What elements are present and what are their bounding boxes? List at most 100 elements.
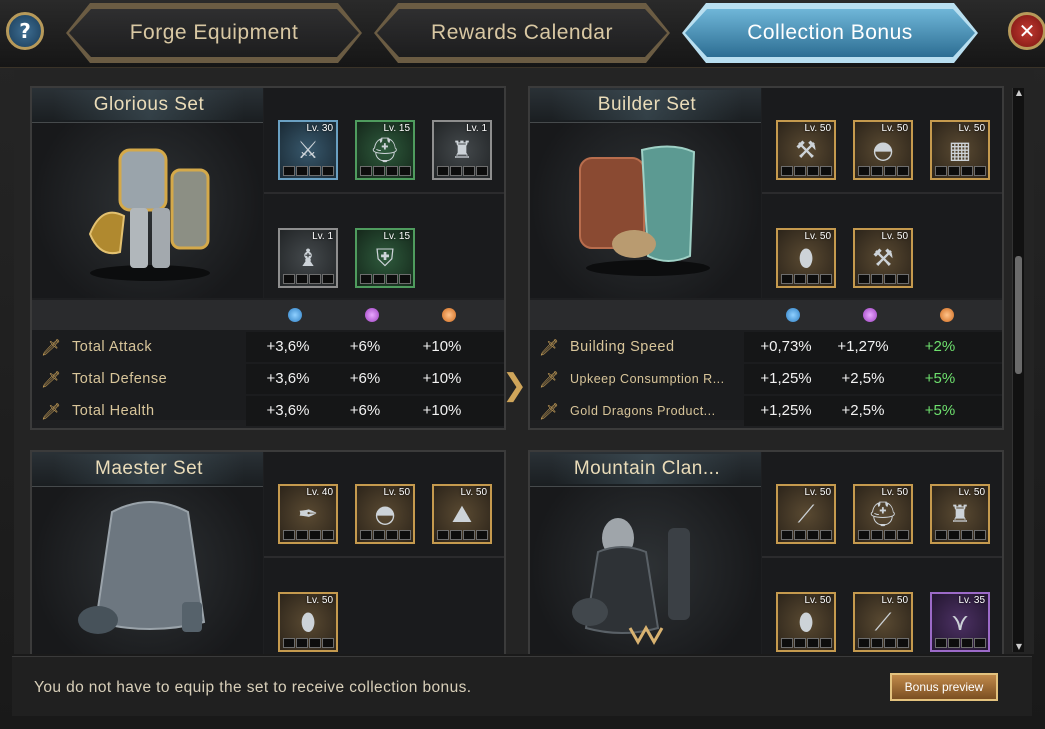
tab-collection-bonus[interactable]: Collection Bonus (685, 9, 975, 57)
upgrade-pips (360, 274, 411, 284)
upgrade-pips (781, 166, 832, 176)
stat-value: +3,6% (266, 370, 310, 387)
sword-icon: 🗡 (538, 401, 560, 421)
stat-value: +1,25% (760, 370, 812, 387)
item-level: Lv. 50 (804, 595, 832, 606)
stat-value: +10% (422, 338, 462, 355)
set-card-maester: Maester Set ✒ Lv. 40 ◓ Lv. 50 ⛰ Lv. 50 ⬮… (30, 450, 506, 654)
stat-value: +3,6% (266, 338, 310, 355)
tier-orange-icon (442, 308, 456, 322)
sword-icon: 🗡 (538, 337, 560, 357)
item-slot[interactable]: ◓ Lv. 50 (853, 120, 913, 180)
set-bonus-table: 🗡 Building Speed +0,73% +1,27% +2% 🗡 Upkee… (530, 300, 1002, 426)
item-slot[interactable]: ⟋ Lv. 50 (853, 592, 913, 652)
upgrade-pips (360, 166, 411, 176)
stat-value: +6% (349, 370, 381, 387)
item-level: Lv. 50 (306, 595, 334, 606)
stat-value: +2,5% (841, 370, 885, 387)
stat-value: +1,25% (760, 402, 812, 419)
help-button[interactable]: ? (6, 12, 44, 50)
item-level: Lv. 1 (466, 123, 487, 134)
scroll-down-icon[interactable]: ▼ (1014, 642, 1024, 652)
set-card-mountain-clan: Mountain Clan... ⟋ Lv. 50 ⛑ Lv. 50 ♜ Lv.… (528, 450, 1004, 654)
divider (762, 192, 1002, 194)
item-slot[interactable]: ⚒ Lv. 50 (776, 120, 836, 180)
bonus-preview-button[interactable]: Bonus preview (890, 673, 998, 701)
helmet-icon: ⛑ (369, 136, 401, 164)
stat-value: +0,73% (760, 338, 812, 355)
sets-list[interactable]: Glorious Set ⚔ Lv. 30 ⛑ Lv. 15 ♜ Lv. 1 ♝… (14, 70, 1034, 654)
item-slot[interactable]: ⬮ Lv. 50 (776, 592, 836, 652)
tier-blue-icon (786, 308, 800, 322)
set-title: Maester Set (54, 454, 244, 484)
trousers-icon: ⬮ (798, 244, 814, 272)
divider (762, 556, 1002, 558)
set-title: Glorious Set (54, 90, 244, 120)
item-level: Lv. 50 (881, 231, 909, 242)
scrollbar[interactable]: ▲ ▼ (1012, 88, 1024, 652)
upgrade-pips (283, 530, 334, 540)
item-slot[interactable]: ♜ Lv. 50 (930, 484, 990, 544)
stat-label: Upkeep Consumption R... (570, 372, 725, 386)
item-slot[interactable]: ⬮ Lv. 50 (776, 228, 836, 288)
collection-note: You do not have to equip the set to rece… (34, 679, 472, 696)
bonus-tier-header (32, 300, 504, 330)
item-level: Lv. 50 (881, 595, 909, 606)
scroll-up-icon[interactable]: ▲ (1014, 88, 1024, 98)
claw-icon: ⋎ (951, 608, 969, 636)
item-slot[interactable]: ⛑ Lv. 15 (355, 120, 415, 180)
tab-forge-equipment[interactable]: Forge Equipment (69, 9, 359, 57)
item-slot[interactable]: ◓ Lv. 50 (355, 484, 415, 544)
stat-value: +6% (349, 402, 381, 419)
divider (264, 192, 504, 194)
stat-value: +5% (924, 402, 956, 419)
item-slot[interactable]: ⟋ Lv. 50 (776, 484, 836, 544)
stat-value: +10% (422, 370, 462, 387)
chevron-right-icon[interactable]: ❯ (502, 368, 527, 403)
helmet-icon: ⛑ (867, 500, 899, 528)
tier-orange-icon (940, 308, 954, 322)
sword-icon: 🗡 (40, 337, 62, 357)
item-slot[interactable]: ⬮ Lv. 50 (278, 592, 338, 652)
tab-rewards-calendar[interactable]: Rewards Calendar (377, 9, 667, 57)
stat-label: Building Speed (570, 339, 675, 355)
item-slot[interactable]: ⛰ Lv. 50 (432, 484, 492, 544)
shield-icon: ⛨ (376, 244, 394, 272)
tab-label: Forge Equipment (129, 21, 299, 44)
item-slot[interactable]: ⋎ Lv. 35 (930, 592, 990, 652)
item-slot[interactable]: ⛑ Lv. 50 (853, 484, 913, 544)
leggings-icon: ⬮ (798, 608, 814, 636)
divider (264, 556, 504, 558)
scroll-thumb[interactable] (1015, 256, 1022, 374)
stat-value: +5% (924, 370, 956, 387)
item-slot[interactable]: ✒ Lv. 40 (278, 484, 338, 544)
item-slot[interactable]: ♝ Lv. 1 (278, 228, 338, 288)
item-level: Lv. 50 (958, 487, 986, 498)
robe-icon: ⛰ (451, 500, 473, 528)
stat-row: 🗡 Building Speed +0,73% +1,27% +2% (530, 332, 1002, 362)
item-slot[interactable]: ⛨ Lv. 15 (355, 228, 415, 288)
upgrade-pips (283, 166, 334, 176)
sword-icon: 🗡 (40, 401, 62, 421)
footer: You do not have to equip the set to rece… (12, 656, 1032, 716)
item-slot[interactable]: ♜ Lv. 1 (432, 120, 492, 180)
item-slot[interactable]: ▦ Lv. 50 (930, 120, 990, 180)
hammer-icon: ⚒ (872, 244, 894, 272)
hood-icon: ◓ (374, 500, 396, 528)
quill-icon: ✒ (297, 500, 319, 528)
top-bar: ? Forge Equipment Rewards Calendar Colle… (0, 0, 1045, 68)
item-level: Lv. 1 (312, 231, 333, 242)
cap-icon: ◓ (872, 136, 894, 164)
tier-purple-icon (863, 308, 877, 322)
upgrade-pips (935, 166, 986, 176)
upgrade-pips (283, 638, 334, 648)
item-level: Lv. 50 (804, 487, 832, 498)
close-button[interactable]: ✕ (1008, 12, 1045, 50)
stat-label: Total Attack (72, 339, 153, 355)
upgrade-pips (858, 530, 909, 540)
question-icon: ? (19, 19, 31, 43)
item-slot[interactable]: ⚒ Lv. 50 (853, 228, 913, 288)
item-level: Lv. 35 (958, 595, 986, 606)
item-slot[interactable]: ⚔ Lv. 30 (278, 120, 338, 180)
item-level: Lv. 50 (958, 123, 986, 134)
